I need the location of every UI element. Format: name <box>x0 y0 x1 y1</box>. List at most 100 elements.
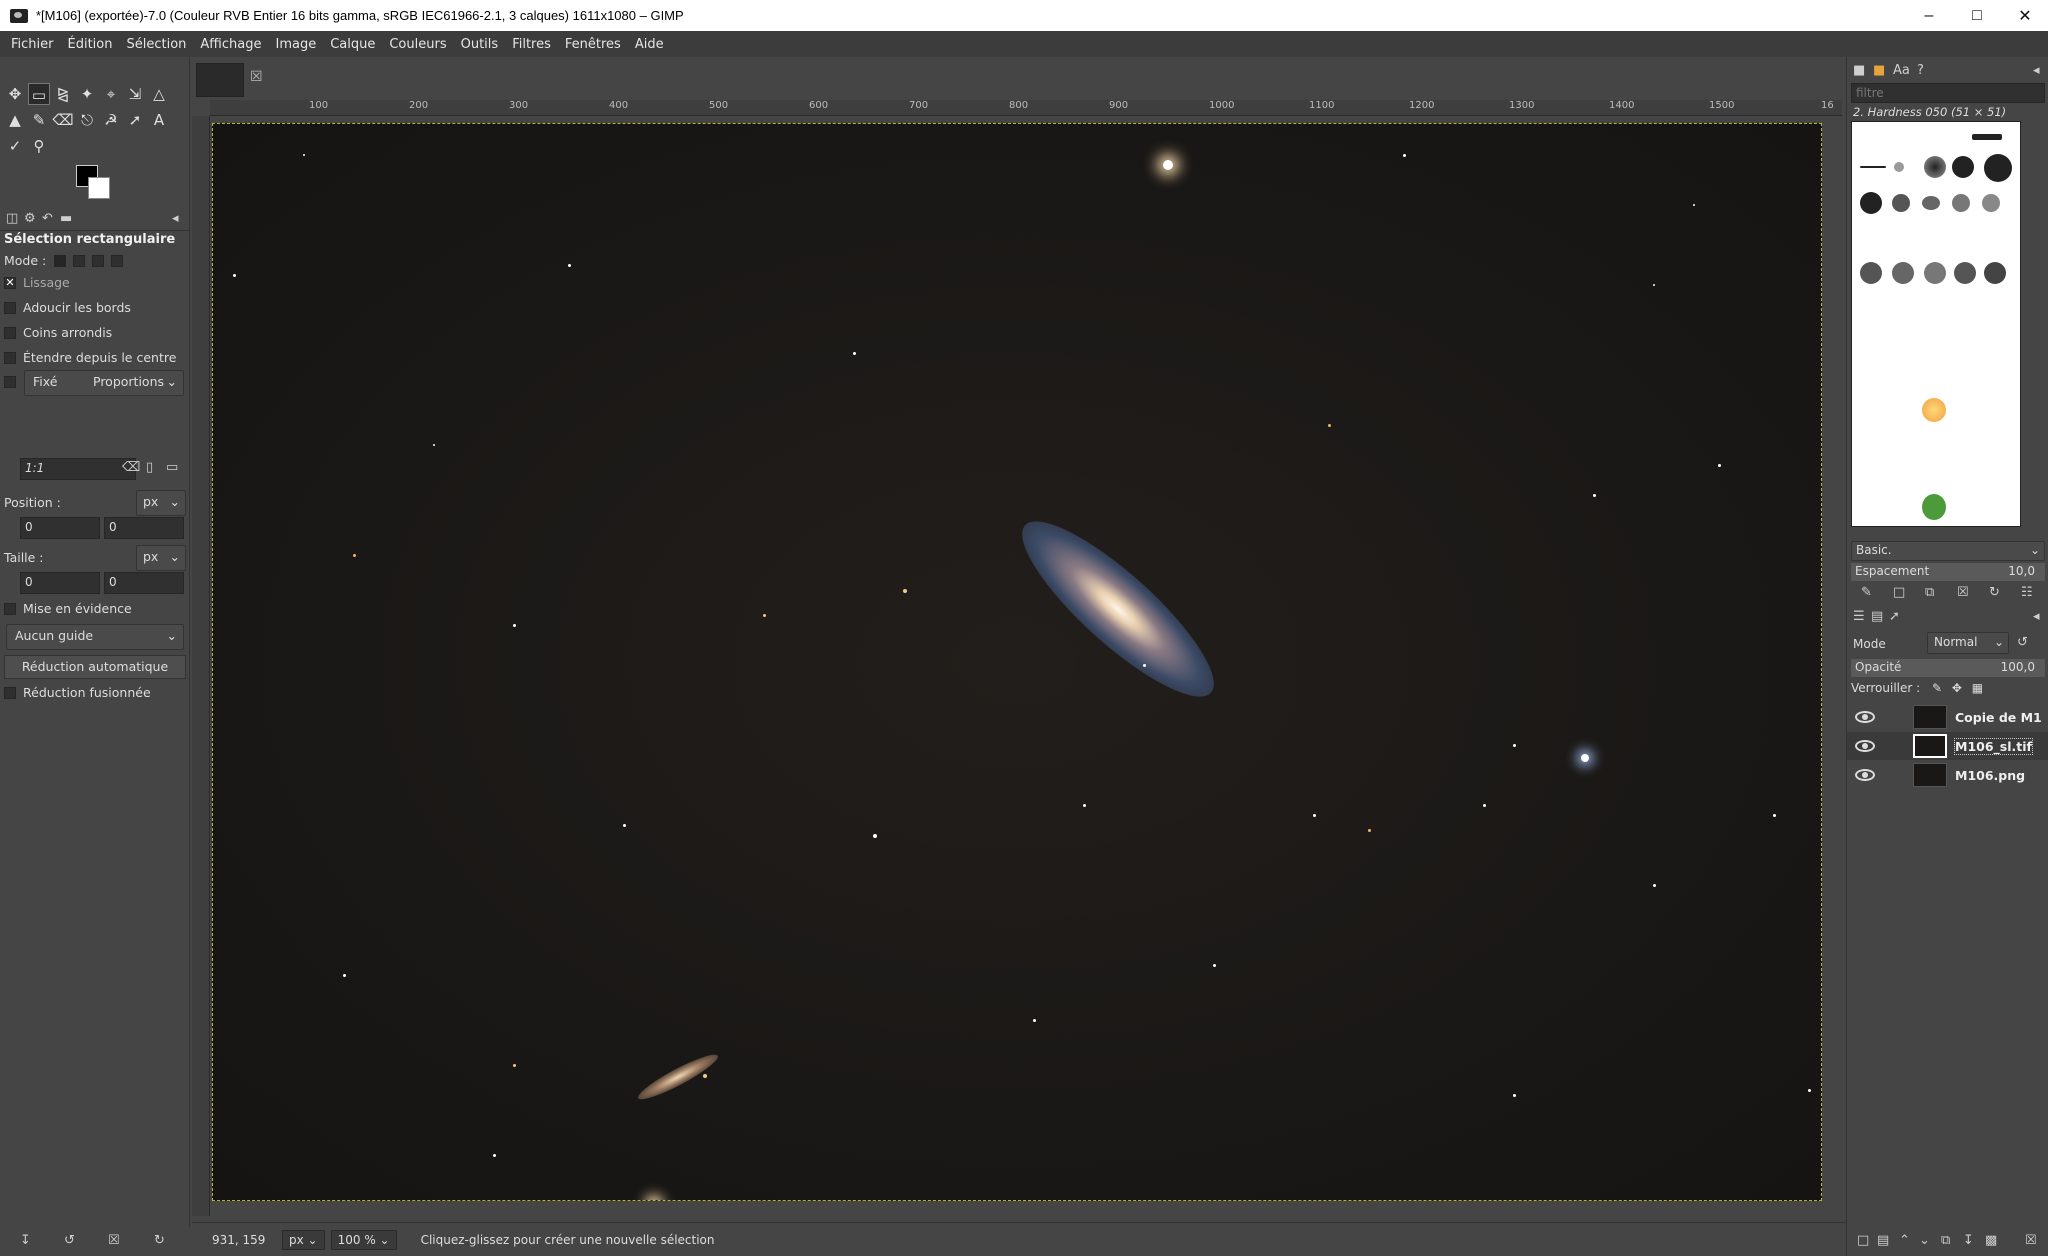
zoom-selector[interactable]: 100 % ⌄ <box>330 1229 397 1250</box>
position-unit-dropdown[interactable]: px ⌄ <box>136 490 186 516</box>
minimize-icon[interactable]: – <box>1906 0 1952 31</box>
layer-row[interactable]: M106_sl.tif <box>1847 732 2048 760</box>
paintbrush-tool-icon[interactable]: ✎ <box>28 109 50 131</box>
brush-thumb[interactable] <box>1924 156 1946 178</box>
brush-thumb[interactable] <box>1982 194 2000 212</box>
menu-edition[interactable]: Édition <box>61 37 120 52</box>
position-x-field[interactable]: 0 <box>20 517 100 539</box>
menu-fichier[interactable]: Fichier <box>4 37 61 52</box>
antialias-checkbox[interactable]: ✕ <box>4 276 16 289</box>
spacing-slider[interactable]: Espacement 10,0 <box>1851 563 2045 581</box>
clone-tool-icon[interactable]: ⎋ <box>76 109 98 131</box>
brush-thumb[interactable] <box>1894 162 1904 172</box>
guide-dropdown[interactable]: Aucun guide ⌄ <box>6 624 184 650</box>
tool-options-tab-icon[interactable]: ◫ <box>6 211 18 226</box>
paths-tool-icon[interactable]: ➚ <box>124 109 146 131</box>
smudge-tool-icon[interactable]: ☭ <box>100 109 122 131</box>
auto-shrink-button[interactable]: Réduction automatique <box>4 655 186 679</box>
open-brush-icon[interactable]: ☷ <box>2021 585 2033 600</box>
brush-thumb[interactable] <box>1984 262 2006 284</box>
rounded-corners-checkbox[interactable] <box>4 326 16 339</box>
raise-layer-icon[interactable]: ⌃ <box>1899 1233 1910 1248</box>
transform-tool-icon[interactable]: ⇲ <box>124 83 146 105</box>
feather-option[interactable]: Adoucir les bords <box>4 300 131 315</box>
antialias-option[interactable]: ✕ Lissage <box>4 275 70 290</box>
menu-couleurs[interactable]: Couleurs <box>382 37 453 52</box>
brush-filter-input[interactable]: filtre <box>1851 83 2045 103</box>
new-layer-group-icon[interactable]: ▤ <box>1877 1233 1889 1248</box>
brush-thumb[interactable] <box>1952 156 1974 178</box>
zoom-tool-icon[interactable]: ⚲ <box>28 135 50 157</box>
expand-center-checkbox[interactable] <box>4 351 16 364</box>
visibility-eye-icon[interactable] <box>1855 769 1875 781</box>
shrink-merged-checkbox[interactable] <box>4 686 16 699</box>
horizontal-ruler[interactable]: 100 200 300 400 500 600 700 800 900 1000… <box>210 100 1842 116</box>
lasso-tool-icon[interactable]: ⧎ <box>52 83 74 105</box>
new-layer-icon[interactable]: □ <box>1857 1233 1869 1248</box>
text-tool-icon[interactable]: A <box>148 109 170 131</box>
channels-tab-icon[interactable]: ▤ <box>1871 609 1883 624</box>
visibility-eye-icon[interactable] <box>1855 740 1875 752</box>
brush-grid[interactable] <box>1851 121 2021 527</box>
crop-tool-icon[interactable]: ⌖ <box>100 83 122 105</box>
images-tab-icon[interactable]: ▬ <box>60 211 72 226</box>
brush-thumb[interactable] <box>1972 134 2002 140</box>
reset-options-icon[interactable]: ↻ <box>154 1233 165 1248</box>
brush-thumb[interactable] <box>1922 196 1940 210</box>
brush-thumb[interactable] <box>1954 262 1976 284</box>
edit-brush-icon[interactable]: ✎ <box>1861 585 1872 600</box>
fixed-dropdown[interactable]: Fixé Proportions ⌄ <box>24 370 184 396</box>
duplicate-layer-icon[interactable]: ⧉ <box>1941 1233 1950 1248</box>
delete-layer-icon[interactable]: ☒ <box>2025 1233 2037 1248</box>
background-color-swatch[interactable] <box>88 177 110 199</box>
menu-affichage[interactable]: Affichage <box>193 37 268 52</box>
layer-row[interactable]: M106.png <box>1847 761 2048 789</box>
layers-tab-icon[interactable]: ☰ <box>1853 609 1865 624</box>
duplicate-brush-icon[interactable]: ⧉ <box>1925 585 1934 600</box>
size-w-field[interactable]: 0 <box>20 572 100 594</box>
eraser-tool-icon[interactable]: ⌫ <box>52 109 74 131</box>
new-brush-icon[interactable]: □ <box>1893 585 1905 600</box>
menu-outils[interactable]: Outils <box>454 37 506 52</box>
astro-image-canvas[interactable] <box>212 123 1822 1201</box>
highlight-checkbox[interactable] <box>4 602 16 615</box>
brush-thumb[interactable] <box>1860 262 1882 284</box>
mode-subtract-icon[interactable] <box>92 254 105 267</box>
layer-row[interactable]: Copie de M1 <box>1847 703 2048 731</box>
expand-center-option[interactable]: Étendre depuis le centre <box>4 350 176 365</box>
fonts-tab-icon[interactable]: Aa <box>1893 63 1910 78</box>
mode-replace-icon[interactable] <box>54 254 67 267</box>
paths-tab-icon[interactable]: ➚ <box>1889 609 1900 624</box>
menu-aide[interactable]: Aide <box>628 37 671 52</box>
mode-add-icon[interactable] <box>73 254 86 267</box>
landscape-icon[interactable]: ▭ <box>166 460 178 475</box>
lock-alpha-icon[interactable]: ▦ <box>1972 681 1983 695</box>
panel-menu-icon[interactable]: ◂ <box>2033 609 2040 624</box>
panel-menu-icon[interactable]: ◂ <box>172 211 179 226</box>
patterns-tab-icon[interactable]: ■ <box>1873 63 1885 78</box>
opacity-slider[interactable]: Opacité 100,0 <box>1851 659 2045 677</box>
lock-position-icon[interactable]: ✥ <box>1952 681 1962 695</box>
delete-brush-icon[interactable]: ☒ <box>1957 585 1969 600</box>
highlight-option[interactable]: Mise en évidence <box>4 601 132 616</box>
feather-checkbox[interactable] <box>4 301 16 314</box>
rect-select-tool-icon[interactable]: ▭ <box>28 83 50 105</box>
help-tab-icon[interactable]: ? <box>1917 63 1924 78</box>
size-unit-dropdown[interactable]: px ⌄ <box>136 545 186 571</box>
portrait-icon[interactable]: ▯ <box>146 460 153 475</box>
ratio-field[interactable]: 1:1 <box>20 458 136 480</box>
menu-filtres[interactable]: Filtres <box>505 37 558 52</box>
merge-down-icon[interactable]: ↧ <box>1963 1233 1974 1248</box>
layer-mask-icon[interactable]: ▩ <box>1985 1233 1997 1248</box>
brushes-tab-icon[interactable]: ■ <box>1853 63 1865 78</box>
bucket-fill-tool-icon[interactable]: ▲ <box>4 109 26 131</box>
visibility-eye-icon[interactable] <box>1855 711 1875 723</box>
clear-field-icon[interactable]: ⌫ <box>122 460 140 475</box>
brush-set-dropdown[interactable]: Basic. ⌄ <box>1851 541 2045 561</box>
undo-history-tab-icon[interactable]: ↶ <box>42 211 53 226</box>
lock-pixels-icon[interactable]: ✎ <box>1932 681 1942 695</box>
layer-mode-dropdown[interactable]: Normal ⌄ <box>1927 632 2009 654</box>
device-status-tab-icon[interactable]: ⚙ <box>24 211 36 226</box>
fuzzy-select-tool-icon[interactable]: ✦ <box>76 83 98 105</box>
menu-fenetres[interactable]: Fenêtres <box>558 37 628 52</box>
